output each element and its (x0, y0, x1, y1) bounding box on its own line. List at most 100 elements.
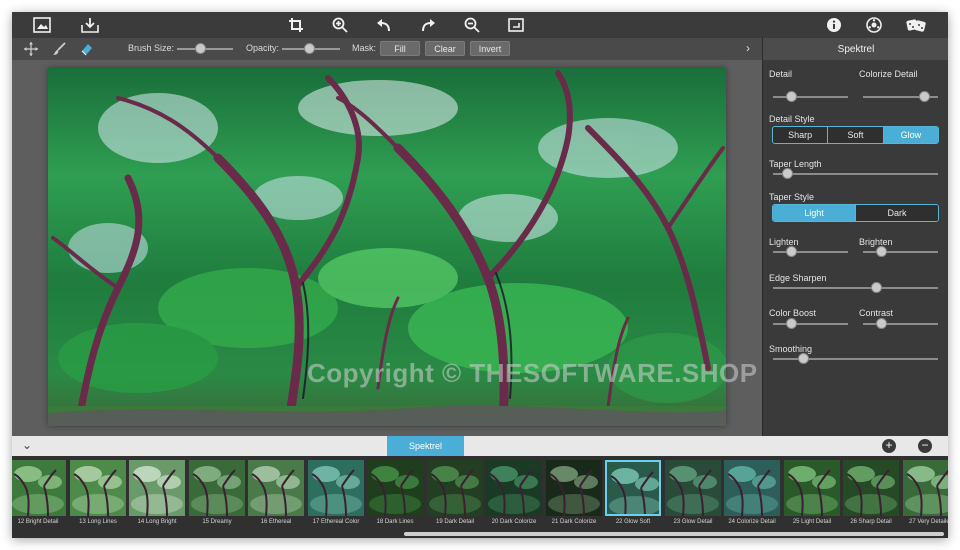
move-tool-icon[interactable] (22, 40, 40, 58)
preset-thumbnail[interactable] (367, 460, 423, 516)
taper-length-label: Taper Length (769, 159, 822, 169)
opacity-thumb[interactable] (304, 43, 315, 54)
colorize-detail-thumb[interactable] (919, 91, 930, 102)
info-icon[interactable] (824, 15, 844, 35)
color-boost-thumb[interactable] (786, 318, 797, 329)
detail-style-soft[interactable]: Soft (828, 127, 884, 143)
preset-label: 14 Long Bright (137, 519, 177, 525)
preset-label: 18 Dark Lines (376, 519, 414, 525)
detail-style-glow[interactable]: Glow (883, 127, 938, 143)
taper-style-label: Taper Style (769, 192, 815, 202)
remove-preset-icon[interactable]: − (918, 439, 932, 453)
redo-icon[interactable] (418, 15, 438, 35)
preset-label: 12 Bright Detail (17, 519, 59, 525)
mask-invert-button[interactable]: Invert (470, 41, 510, 56)
lighten-thumb[interactable] (786, 246, 797, 257)
detail-slider[interactable] (773, 96, 848, 98)
edge-sharpen-slider[interactable] (773, 287, 938, 289)
fit-screen-icon[interactable] (506, 15, 526, 35)
chevron-down-icon[interactable]: ⌄ (22, 438, 32, 452)
mask-clear-button[interactable]: Clear (425, 41, 465, 56)
image-open-icon[interactable] (32, 15, 52, 35)
mask-fill-button[interactable]: Fill (380, 41, 420, 56)
taper-length-slider[interactable] (773, 173, 938, 175)
preset-thumbnail[interactable] (665, 460, 721, 516)
brush-options-bar: Brush Size: Opacity: Mask: Fill Clear In… (12, 38, 762, 61)
brighten-slider[interactable] (863, 251, 938, 253)
dice-randomize-icon[interactable] (906, 15, 926, 35)
preset-thumbnail[interactable] (903, 460, 948, 516)
smoothing-thumb[interactable] (798, 353, 809, 364)
detail-style-label: Detail Style (769, 114, 815, 124)
taper-style-dark[interactable]: Dark (856, 205, 938, 221)
preset-thumbnail[interactable] (843, 460, 899, 516)
contrast-slider[interactable] (863, 323, 938, 325)
contrast-thumb[interactable] (876, 318, 887, 329)
preset-label: 24 Colorize Detail (728, 519, 776, 525)
preset-thumbnail[interactable] (427, 460, 483, 516)
edge-sharpen-label: Edge Sharpen (769, 273, 827, 283)
preset-thumbnail[interactable] (546, 460, 602, 516)
brighten-thumb[interactable] (876, 246, 887, 257)
opacity-label: Opacity: (246, 43, 280, 53)
spektrel-panel: Spektrel Detail Colorize Detail Detail S… (762, 38, 948, 436)
taper-style-segmented: Light Dark (772, 204, 939, 222)
preset-label: 15 Dreamy (202, 519, 232, 525)
zoom-out-icon[interactable] (462, 15, 482, 35)
preset-label: 19 Dark Detail (435, 519, 474, 525)
preset-label: 25 Light Detail (792, 519, 832, 525)
preset-strip: 12 Bright Detail 13 Long Lines 14 Long Bri… (12, 456, 948, 538)
main-toolbar (12, 12, 948, 38)
preset-label: 13 Long Lines (79, 519, 117, 525)
taper-length-thumb[interactable] (782, 168, 793, 179)
detail-style-sharp[interactable]: Sharp (773, 127, 829, 143)
preset-thumbnail[interactable] (189, 460, 245, 516)
preset-thumbnail[interactable] (248, 460, 304, 516)
eraser-tool-icon[interactable] (78, 40, 96, 58)
zoom-in-icon[interactable] (330, 15, 350, 35)
copyright-watermark: Copyright © THESOFTWARE.SHOP (307, 358, 758, 388)
preset-thumbnail[interactable] (724, 460, 780, 516)
color-boost-label: Color Boost (769, 308, 817, 318)
detail-thumb[interactable] (786, 91, 797, 102)
color-boost-slider[interactable] (773, 323, 848, 325)
tab-spektrel[interactable]: Spektrel (387, 436, 464, 456)
preset-thumbnail[interactable] (70, 460, 126, 516)
app-window: Brush Size: Opacity: Mask: Fill Clear In… (12, 12, 948, 538)
preset-label: 20 Dark Colorize (491, 519, 537, 525)
lighten-slider[interactable] (773, 251, 848, 253)
edge-sharpen-thumb[interactable] (871, 282, 882, 293)
preset-label: 27 Very Detailed (908, 519, 948, 525)
preset-thumbnail[interactable] (308, 460, 364, 516)
detail-style-segmented: Sharp Soft Glow (772, 126, 939, 144)
preset-label: 21 Dark Colorize (551, 519, 597, 525)
brush-tool-icon[interactable] (50, 40, 68, 58)
taper-style-light[interactable]: Light (773, 205, 856, 221)
mask-label: Mask: (352, 43, 377, 53)
contrast-label: Contrast (859, 308, 894, 318)
chevron-right-icon[interactable]: › (746, 41, 750, 55)
canvas-area: Copyright © THESOFTWARE.SHOP (12, 60, 762, 436)
preset-thumbnail[interactable] (12, 460, 66, 516)
crop-icon[interactable] (286, 15, 306, 35)
add-preset-icon[interactable]: + (882, 439, 896, 453)
preset-label: 22 Glow Soft (615, 519, 651, 525)
preset-category-bar: ⌄ Spektrel + − (12, 436, 948, 456)
preset-thumbnail[interactable] (486, 460, 542, 516)
brush-size-thumb[interactable] (195, 43, 206, 54)
preset-label: 17 Ethereal Color (312, 519, 360, 525)
preset-label: 16 Ethereal (260, 519, 292, 525)
preset-thumbnail[interactable] (784, 460, 840, 516)
preset-scrollbar[interactable] (404, 532, 944, 536)
preset-label: 26 Sharp Detail (850, 519, 892, 525)
brush-size-label: Brush Size: (128, 43, 175, 53)
preset-label: 23 Glow Detail (673, 519, 713, 525)
save-download-icon[interactable] (80, 15, 100, 35)
brighten-label: Brighten (859, 237, 893, 247)
settings-wheel-icon[interactable] (864, 15, 884, 35)
lighten-label: Lighten (769, 237, 799, 247)
preset-thumbnail[interactable] (129, 460, 185, 516)
preset-thumbnail[interactable] (605, 460, 661, 516)
undo-icon[interactable] (374, 15, 394, 35)
panel-title: Spektrel (763, 38, 948, 60)
